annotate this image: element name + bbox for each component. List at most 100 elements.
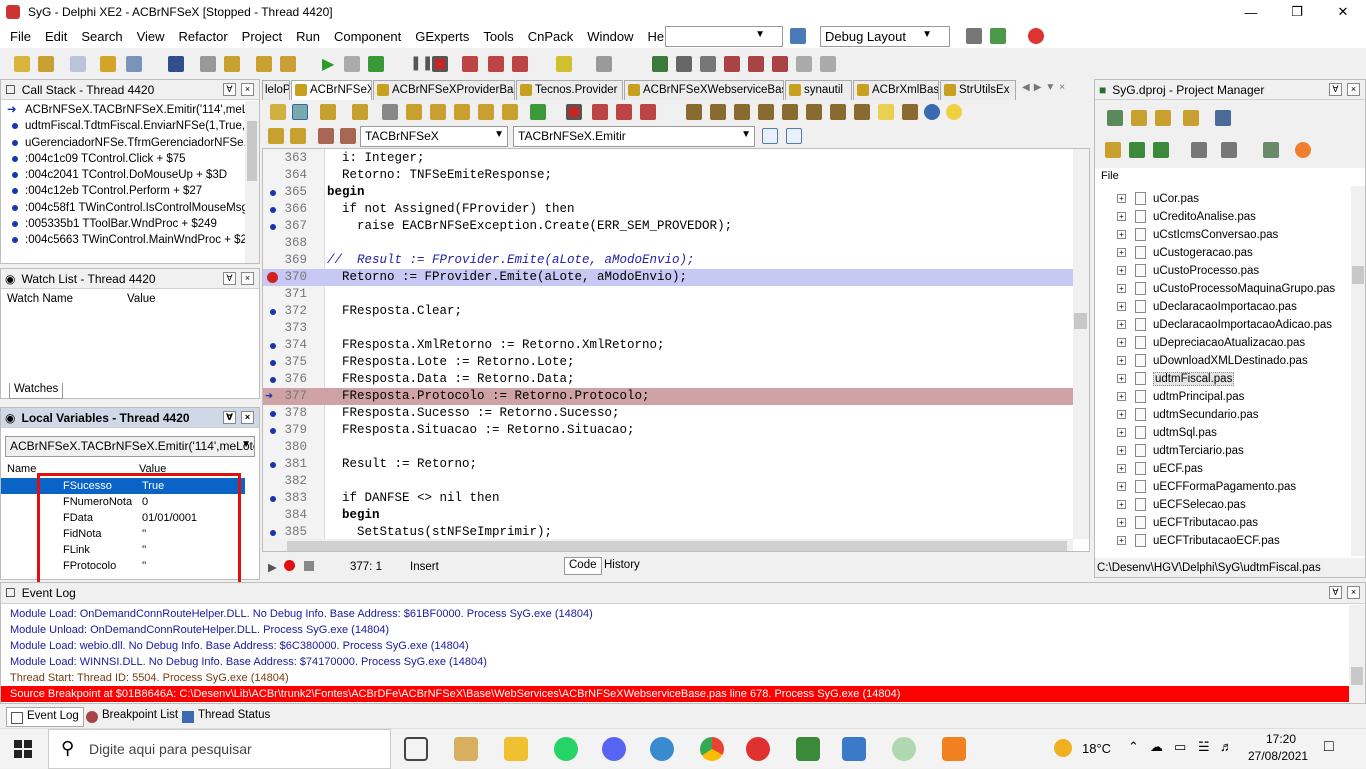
expand-node-icon[interactable]: + xyxy=(1117,410,1126,419)
taskbar-search-box[interactable]: ⚲ Digite aqui para pesquisar xyxy=(48,729,391,769)
breakpoint-dot-icon[interactable] xyxy=(270,462,276,468)
breakpoint-dot-icon[interactable] xyxy=(270,360,276,366)
menu-tools[interactable]: Tools xyxy=(483,29,513,44)
breakpoint-dot-icon[interactable] xyxy=(270,428,276,434)
code-line[interactable]: 378 FResposta.Sucesso := Retorno.Sucesso… xyxy=(263,405,1073,422)
tab-scroll-buttons[interactable]: ◀▶▼× xyxy=(1022,82,1069,93)
editor-tool-icon[interactable] xyxy=(352,104,368,120)
breakpoint-dot-icon[interactable] xyxy=(270,224,276,230)
pin-button[interactable]: ∀ xyxy=(1329,586,1342,599)
project-file-item[interactable]: + uCustoProcesso.pas xyxy=(1095,262,1349,280)
code-line[interactable]: 369 // Result := FProvider.Emite(aLote, a… xyxy=(263,252,1073,269)
watch-name-column[interactable]: Watch Name xyxy=(7,293,127,305)
trace-into-icon[interactable] xyxy=(462,56,478,72)
close-panel-button[interactable]: × xyxy=(241,411,254,424)
run-without-debug-icon[interactable] xyxy=(368,56,384,72)
editor-tool-icon[interactable] xyxy=(854,104,870,120)
event-log-line[interactable]: Module Unload: OnDemandConnRouteHelper.D… xyxy=(1,622,1365,638)
editor-tool-icon[interactable] xyxy=(758,104,774,120)
show-hidden-icons[interactable]: ⌃ xyxy=(1128,739,1139,755)
editor-tool-icon[interactable] xyxy=(270,104,286,120)
event-log-line-breakpoint[interactable]: Source Breakpoint at $01B8646A: C:\Desen… xyxy=(1,686,1349,702)
project-file-item[interactable]: + uECFFormaPagamento.pas xyxy=(1095,478,1349,496)
editor-tool-icon[interactable] xyxy=(320,104,336,120)
add-file-icon[interactable] xyxy=(256,56,272,72)
project-file-item[interactable]: + uCustoProcessoMaquinaGrupo.pas xyxy=(1095,280,1349,298)
chrome-icon[interactable] xyxy=(700,737,724,761)
save-icon[interactable] xyxy=(168,56,184,72)
close-panel-button[interactable]: × xyxy=(1347,586,1360,599)
code-line[interactable]: 377 ➜ FResposta.Protocolo := Retorno.Prot… xyxy=(263,388,1073,405)
editor-vscrollbar[interactable] xyxy=(1073,149,1089,539)
reopen-icon[interactable] xyxy=(126,56,142,72)
project-file-item[interactable]: + udtmSql.pas xyxy=(1095,424,1349,442)
new-icon[interactable] xyxy=(14,56,30,72)
project-file-item[interactable]: + uECFTributacao.pas xyxy=(1095,514,1349,532)
taskbar-app-icon[interactable] xyxy=(746,737,770,761)
open-file-icon[interactable] xyxy=(224,56,240,72)
play-macro-icon[interactable]: ▶ xyxy=(268,560,277,574)
expand-node-icon[interactable]: + xyxy=(1117,356,1126,365)
call-stack-item[interactable]: :004c5663 TWinControl.MainWndProc + $2F xyxy=(1,232,259,248)
editor-tool-icon[interactable] xyxy=(592,104,608,120)
editor-tab[interactable]: Tecnos.Provider xyxy=(516,80,623,100)
toolbar-tool-8-icon[interactable] xyxy=(820,56,836,72)
call-stack-item[interactable]: :004c58f1 TWinControl.IsControlMouseMsg … xyxy=(1,200,259,216)
project-file-item[interactable]: + udtmTerciario.pas xyxy=(1095,442,1349,460)
expand-node-icon[interactable]: + xyxy=(1117,320,1126,329)
breakpoint-dot-icon[interactable] xyxy=(270,530,276,536)
breakpoint-dot-icon[interactable] xyxy=(270,377,276,383)
menu-project[interactable]: Project xyxy=(242,29,282,44)
menu-view[interactable]: View xyxy=(137,29,165,44)
code-line[interactable]: 366 if not Assigned(FProvider) then xyxy=(263,201,1073,218)
project-tree-scrollbar[interactable] xyxy=(1351,186,1365,556)
taskbar-app-icon[interactable] xyxy=(454,737,478,761)
editor-tool-icon[interactable] xyxy=(430,104,446,120)
menu-window[interactable]: Window xyxy=(587,29,633,44)
run-to-cursor-icon[interactable] xyxy=(512,56,528,72)
nav-icon[interactable] xyxy=(268,128,284,144)
editor-tool-icon[interactable] xyxy=(734,104,750,120)
lightbulb-icon[interactable] xyxy=(946,104,962,120)
add-pm-icon[interactable] xyxy=(1155,110,1171,126)
clock-time[interactable]: 17:20 xyxy=(1266,732,1296,746)
code-tab[interactable]: Code xyxy=(564,557,602,575)
code-line[interactable]: 374 FResposta.XmlRetorno := Retorno.XmlR… xyxy=(263,337,1073,354)
expand-node-icon[interactable]: + xyxy=(1117,500,1126,509)
editor-tab[interactable]: ACBrNFSeXWebserviceBase xyxy=(624,80,784,100)
expand-node-icon[interactable]: + xyxy=(1117,212,1126,221)
editor-tool-icon[interactable] xyxy=(478,104,494,120)
desktop-combo[interactable]: ▼ xyxy=(665,26,783,47)
gexperts-icon[interactable] xyxy=(652,56,668,72)
file-explorer-icon[interactable] xyxy=(504,737,528,761)
stop-macro-icon[interactable] xyxy=(304,561,314,571)
breakpoint-dot-icon[interactable] xyxy=(270,207,276,213)
editor-tab[interactable]: ACBrNFSeXProviderBase xyxy=(373,80,515,100)
close-panel-button[interactable]: × xyxy=(1347,83,1360,96)
code-line[interactable]: 383 if DANFSE <> nil then xyxy=(263,490,1073,507)
taskbar-app-icon[interactable] xyxy=(796,737,820,761)
expand-node-icon[interactable]: + xyxy=(1117,284,1126,293)
sync-icon[interactable] xyxy=(1105,142,1121,158)
pin-button[interactable]: ∀ xyxy=(223,411,236,424)
menu-refactor[interactable]: Refactor xyxy=(179,29,228,44)
debug-icon[interactable] xyxy=(990,28,1006,44)
code-line[interactable]: 365 begin xyxy=(263,184,1073,201)
expand-node-icon[interactable]: + xyxy=(1117,194,1126,203)
call-stack-item[interactable]: :004c12eb TControl.Perform + $27 xyxy=(1,183,259,199)
pause-icon[interactable]: ❚❚ xyxy=(410,54,433,71)
new-pm-icon[interactable] xyxy=(1131,110,1147,126)
breakpoint-list-tab[interactable]: Breakpoint List xyxy=(84,707,182,727)
layout-combo[interactable]: Debug Layout ▼ xyxy=(820,26,950,47)
build-icon[interactable] xyxy=(1221,142,1237,158)
call-stack-item[interactable]: uGerenciadorNFSe.TfrmGerenciadorNFSe.btr xyxy=(1,135,259,151)
expand-node-icon[interactable]: + xyxy=(1117,446,1126,455)
toolbar-tool-2-icon[interactable] xyxy=(676,56,692,72)
editor-tab-active[interactable]: ACBrNFSeX xyxy=(291,80,372,100)
taskbar-app-icon[interactable] xyxy=(942,737,966,761)
code-editor[interactable]: 363 i: Integer; 364 Retorno: TNFSeEmiteRe… xyxy=(262,148,1090,552)
menu-gexperts[interactable]: GExperts xyxy=(415,29,469,44)
call-stack-item[interactable]: ➜ ACBrNFSeX.TACBrNFSeX.Emitir('114',meLot… xyxy=(1,102,259,118)
project-file-item[interactable]: + uCreditoAnalise.pas xyxy=(1095,208,1349,226)
code-line[interactable]: 367 raise EACBrNFSeException.Create(ERR_… xyxy=(263,218,1073,235)
